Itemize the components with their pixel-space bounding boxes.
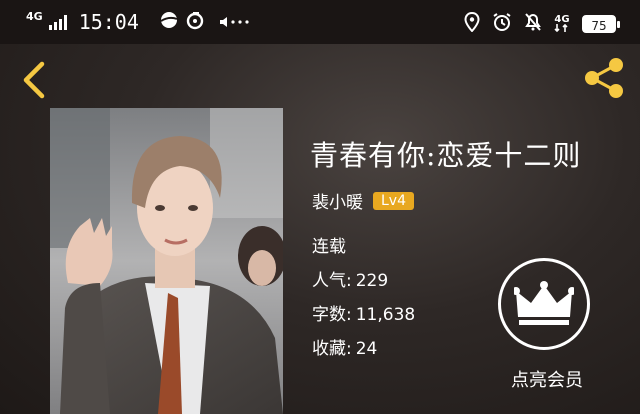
- popularity-value: 229: [355, 271, 389, 291]
- serial-status: 连载: [312, 237, 346, 257]
- location-icon: [464, 11, 480, 36]
- back-button[interactable]: [16, 60, 50, 100]
- signal-icon: [48, 14, 67, 30]
- status-left: 4G 15:04: [26, 10, 253, 34]
- author-level-badge: Lv4: [373, 191, 414, 210]
- word-count-label: 字数: [312, 305, 346, 325]
- chevron-left-icon: [23, 61, 45, 99]
- alarm-icon: [492, 12, 512, 36]
- vip-circle: [498, 258, 590, 350]
- status-right: 4G 75: [464, 11, 620, 36]
- popularity-stat: 人气: 229: [312, 271, 389, 291]
- favorites-value: 24: [355, 339, 378, 359]
- network-type: 4G: [26, 10, 43, 23]
- battery-indicator: 75: [582, 15, 620, 33]
- book-title: 青春有你:恋爱十二则: [310, 139, 582, 172]
- favorites-stat: 收藏: 24: [312, 339, 378, 359]
- author-name[interactable]: 裴小暖: [312, 188, 363, 213]
- clock: 15:04: [78, 10, 139, 34]
- volume-icon: [219, 13, 253, 32]
- browser-icon: [159, 10, 179, 34]
- app-notification-icon: [185, 10, 205, 34]
- status-bar: 4G 15:04 4G 75: [0, 0, 640, 44]
- favorites-label: 收藏: [312, 339, 346, 359]
- popularity-label: 人气: [312, 271, 346, 291]
- vip-label: 点亮会员: [511, 370, 583, 391]
- book-cover-image[interactable]: [50, 108, 283, 414]
- share-icon: [585, 58, 623, 98]
- word-count-stat: 字数: 11,638: [312, 305, 416, 325]
- cover-portrait: [50, 108, 283, 414]
- author-row: 裴小暖 Lv4: [312, 188, 414, 213]
- vip-membership-button[interactable]: 点亮会员: [493, 254, 601, 394]
- word-count-value: 11,638: [355, 305, 416, 325]
- data-network-icon: 4G: [554, 14, 570, 34]
- share-button[interactable]: [580, 56, 628, 100]
- crown-icon: [514, 281, 574, 325]
- mute-bell-icon: [524, 12, 542, 36]
